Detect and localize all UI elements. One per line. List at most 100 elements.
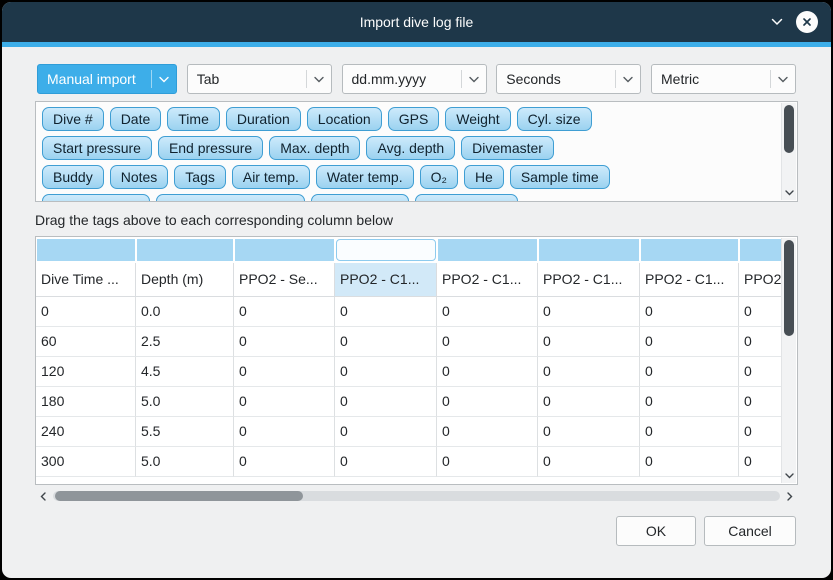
column-drop-cell[interactable]	[539, 239, 639, 261]
scrollbar-thumb[interactable]	[784, 105, 794, 153]
table-cell: 0	[335, 447, 437, 477]
chevron-down-icon[interactable]	[769, 15, 785, 29]
column-drop-cell[interactable]	[137, 239, 233, 261]
drag-tag[interactable]: Water temp.	[316, 165, 414, 189]
column-header[interactable]: PPO2 - C1...	[437, 263, 538, 296]
column-header[interactable]: PPO2 - C1...	[538, 263, 640, 296]
drag-tag[interactable]: Buddy	[42, 165, 104, 189]
drag-tag[interactable]: Dive #	[42, 107, 104, 131]
drag-tag[interactable]: Tags	[174, 165, 226, 189]
scrollbar-thumb[interactable]	[55, 491, 303, 501]
tag-rows: Dive #DateTimeDurationLocationGPSWeight C…	[42, 107, 775, 202]
combo-value: Manual import	[38, 71, 151, 87]
column-drop-cell[interactable]	[740, 239, 782, 261]
table-body: 00.0000000602.50000001204.50000001805.00…	[36, 297, 782, 477]
chevron-down-icon	[152, 76, 176, 83]
drag-tag[interactable]: Duration	[226, 107, 301, 131]
chevron-down-icon	[785, 473, 794, 479]
drag-tag[interactable]: Time	[167, 107, 220, 131]
table-cell: 0	[335, 297, 437, 327]
cancel-button[interactable]: Cancel	[704, 516, 796, 546]
button-row: OK Cancel	[37, 516, 796, 546]
table-row: 00.0000000	[36, 297, 782, 327]
table-cell: 0	[739, 447, 782, 477]
table-cell: 0	[234, 387, 335, 417]
vertical-scrollbar[interactable]	[781, 238, 796, 483]
column-drop-cell[interactable]	[641, 239, 738, 261]
drag-tag[interactable]: Notes	[110, 165, 169, 189]
ok-button[interactable]: OK	[616, 516, 696, 546]
drag-tag[interactable]: Air temp.	[232, 165, 310, 189]
table-cell: 120	[36, 357, 136, 387]
drag-tag[interactable]: O₂	[420, 165, 458, 189]
table-cell: 0	[739, 417, 782, 447]
drag-tag[interactable]: Sample temperature	[156, 194, 305, 202]
column-drop-cell[interactable]	[235, 239, 334, 261]
table-grid: Dive Time ...Depth (m)PPO2 - Se...PPO2 -…	[36, 237, 782, 484]
drag-tag[interactable]: He	[464, 165, 504, 189]
close-button[interactable]	[796, 11, 818, 33]
duration-format-select[interactable]: Seconds	[496, 64, 641, 94]
drag-tag[interactable]: End pressure	[158, 136, 263, 160]
drag-tag[interactable]: Cyl. size	[517, 107, 592, 131]
column-drop-cell[interactable]	[37, 239, 135, 261]
scroll-down-button[interactable]	[782, 186, 796, 199]
titlebar[interactable]: Import dive log file	[2, 2, 831, 42]
column-header[interactable]: PPO2 - C1...	[640, 263, 739, 296]
table-row: 1204.5000000	[36, 357, 782, 387]
combo-value: Metric	[652, 71, 770, 87]
table-cell: 0	[234, 357, 335, 387]
table-cell: 0	[739, 387, 782, 417]
column-header[interactable]: PPO2 - C1...	[335, 263, 437, 296]
chevron-right-icon	[787, 492, 793, 501]
table-cell: 0	[739, 357, 782, 387]
scroll-left-button[interactable]	[36, 488, 50, 504]
table-cell: 5.5	[136, 417, 234, 447]
units-select[interactable]: Metric	[651, 64, 796, 94]
table-cell: 0	[335, 327, 437, 357]
date-format-select[interactable]: dd.mm.yyyy	[342, 64, 487, 94]
import-mode-select[interactable]: Manual import	[37, 64, 177, 94]
drag-tag[interactable]: Max. depth	[269, 136, 360, 160]
column-drop-cell[interactable]	[438, 239, 537, 261]
table-cell: 0	[640, 327, 739, 357]
column-header[interactable]: PPO2 - Se...	[234, 263, 335, 296]
column-drop-cell[interactable]	[336, 239, 436, 261]
table-cell: 0	[234, 297, 335, 327]
drag-tag[interactable]: Divemaster	[461, 136, 554, 160]
drag-tag[interactable]: Date	[110, 107, 162, 131]
combo-value: dd.mm.yyyy	[343, 71, 461, 87]
scrollbar-thumb[interactable]	[784, 240, 794, 336]
table-cell: 300	[36, 447, 136, 477]
drag-tag[interactable]: Sample time	[510, 165, 610, 189]
scroll-down-button[interactable]	[782, 469, 796, 482]
drag-tag[interactable]: Sample CNS	[415, 194, 518, 202]
table-cell: 0	[234, 447, 335, 477]
table-cell: 0	[538, 297, 640, 327]
chevron-down-icon	[785, 190, 794, 196]
table-cell: 60	[36, 327, 136, 357]
drag-tag[interactable]: Weight	[445, 107, 510, 131]
chevron-down-icon	[462, 76, 486, 83]
drag-tag[interactable]: Start pressure	[42, 136, 152, 160]
table-cell: 2.5	[136, 327, 234, 357]
table-cell: 0	[538, 357, 640, 387]
drag-tag[interactable]: Location	[307, 107, 382, 131]
drag-tag[interactable]: Sample depth	[42, 194, 150, 202]
table-row: 602.5000000	[36, 327, 782, 357]
table-cell: 0	[437, 387, 538, 417]
column-header[interactable]: PPO2 - C1...	[739, 263, 782, 296]
column-header[interactable]: Dive Time ...	[36, 263, 136, 296]
scroll-right-button[interactable]	[783, 488, 797, 504]
column-header[interactable]: Depth (m)	[136, 263, 234, 296]
table-cell: 4.5	[136, 357, 234, 387]
drag-tag[interactable]: GPS	[388, 107, 440, 131]
vertical-scrollbar[interactable]	[781, 103, 796, 200]
separator-select[interactable]: Tab	[187, 64, 332, 94]
drag-tag[interactable]: Sample pO₂	[311, 194, 408, 202]
accent-line	[2, 42, 831, 47]
table-cell: 0	[538, 327, 640, 357]
horizontal-scrollbar[interactable]	[35, 488, 798, 504]
drag-tag[interactable]: Avg. depth	[366, 136, 455, 160]
table-row: 2405.5000000	[36, 417, 782, 447]
